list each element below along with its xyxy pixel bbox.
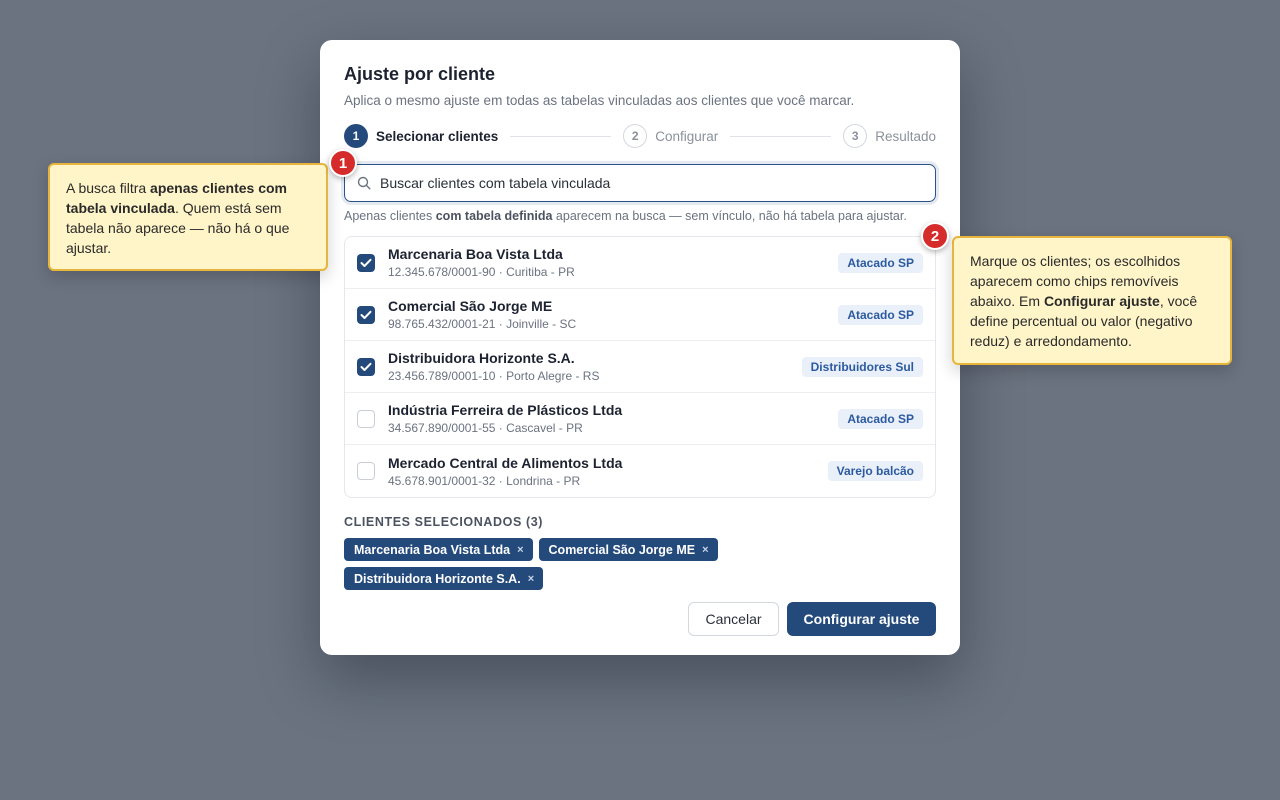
client-row[interactable]: Marcenaria Boa Vista Ltda 12.345.678/000… [345, 237, 935, 289]
annotation-callout-2: Marque os clientes; os escolhidos aparec… [952, 236, 1232, 365]
remove-chip-icon[interactable]: × [702, 544, 708, 556]
client-meta: 12.345.678/0001-90 · Curitiba - PR [388, 265, 575, 279]
checkbox-checked[interactable] [357, 305, 375, 324]
checkbox-checked[interactable] [357, 357, 375, 376]
selected-chip: Comercial São Jorge ME × [538, 538, 718, 561]
price-table-tag: Atacado SP [838, 304, 923, 325]
step-connector [730, 135, 832, 137]
step-number: 2 [623, 124, 648, 148]
step-connector [510, 135, 612, 137]
client-meta: 98.765.432/0001-21 · Joinville - SC [388, 317, 577, 331]
client-info: Distribuidora Horizonte S.A. 23.456.789/… [388, 349, 802, 384]
chip-label: Comercial São Jorge ME [548, 542, 696, 557]
step-select-clients: 1 Selecionar clientes [344, 124, 498, 148]
client-row[interactable]: Mercado Central de Alimentos Ltda 45.678… [345, 445, 935, 497]
search-icon [357, 176, 371, 190]
client-info: Indústria Ferreira de Plásticos Ltda 34.… [388, 401, 838, 436]
selected-chips: Marcenaria Boa Vista Ltda × Comercial Sã… [344, 538, 764, 590]
step-number: 3 [843, 124, 868, 148]
selected-chip: Distribuidora Horizonte S.A. × [344, 567, 544, 590]
search-box[interactable] [344, 164, 936, 202]
client-meta: 34.567.890/0001-55 · Cascavel - PR [388, 421, 583, 435]
client-info: Comercial São Jorge ME 98.765.432/0001-2… [388, 297, 838, 332]
step-label: Configurar [655, 128, 719, 144]
price-table-tag: Varejo balcão [827, 461, 923, 481]
client-name: Distribuidora Horizonte S.A. [388, 350, 575, 366]
client-name: Indústria Ferreira de Plásticos Ltda [388, 402, 623, 418]
configure-adjustment-button[interactable]: Configurar ajuste [787, 602, 936, 636]
client-row[interactable]: Distribuidora Horizonte S.A. 23.456.789/… [345, 341, 935, 393]
client-name: Marcenaria Boa Vista Ltda [388, 246, 563, 262]
modal-footer: Cancelar Configurar ajuste [688, 602, 936, 636]
checkbox-checked[interactable] [357, 253, 375, 272]
annotation-marker-2: 2 [921, 222, 949, 250]
cancel-button[interactable]: Cancelar [688, 602, 779, 636]
annotation-marker-1: 1 [329, 149, 357, 177]
selected-clients-heading: CLIENTES SELECIONADOS (3) [344, 515, 544, 529]
modal-title: Ajuste por cliente [344, 64, 496, 84]
client-row[interactable]: Comercial São Jorge ME 98.765.432/0001-2… [345, 289, 935, 341]
chip-label: Distribuidora Horizonte S.A. [354, 571, 521, 586]
remove-chip-icon[interactable]: × [528, 573, 534, 585]
price-table-tag: Distribuidores Sul [801, 356, 923, 377]
client-info: Marcenaria Boa Vista Ltda 12.345.678/000… [388, 245, 838, 280]
step-number: 1 [344, 124, 368, 148]
step-configure: 2 Configurar [623, 124, 718, 148]
stepper: 1 Selecionar clientes 2 Configurar 3 Res… [344, 124, 936, 148]
selected-chip: Marcenaria Boa Vista Ltda × [344, 538, 533, 561]
price-table-tag: Atacado SP [838, 252, 923, 273]
price-table-tag: Atacado SP [838, 408, 923, 429]
client-row[interactable]: Indústria Ferreira de Plásticos Ltda 34.… [345, 393, 935, 445]
chip-label: Marcenaria Boa Vista Ltda [354, 542, 511, 557]
checkbox-unchecked[interactable] [357, 462, 375, 480]
client-meta: 45.678.901/0001-32 · Londrina - PR [388, 473, 581, 488]
client-meta: 23.456.789/0001-10 · Porto Alegre - RS [388, 369, 600, 383]
adjust-by-client-modal: Ajuste por cliente Aplica o mesmo ajuste… [320, 40, 960, 655]
checkbox-unchecked[interactable] [357, 409, 375, 428]
remove-chip-icon[interactable]: × [517, 544, 523, 556]
search-input[interactable] [380, 175, 923, 191]
step-label: Selecionar clientes [376, 128, 499, 144]
client-info: Mercado Central de Alimentos Ltda 45.678… [388, 454, 828, 489]
check-icon [360, 362, 372, 371]
step-label: Resultado [875, 128, 937, 144]
search-hint: Apenas clientes com tabela definida apar… [344, 209, 907, 223]
annotation-callout-1: A busca filtra apenas clientes com tabel… [48, 163, 328, 271]
client-name: Comercial São Jorge ME [388, 298, 553, 314]
client-list: Marcenaria Boa Vista Ltda 12.345.678/000… [344, 236, 936, 498]
step-result: 3 Resultado [843, 124, 936, 148]
modal-subtitle: Aplica o mesmo ajuste em todas as tabela… [344, 93, 855, 108]
check-icon [360, 310, 372, 319]
client-name: Mercado Central de Alimentos Ltda [388, 454, 623, 471]
check-icon [360, 258, 372, 267]
